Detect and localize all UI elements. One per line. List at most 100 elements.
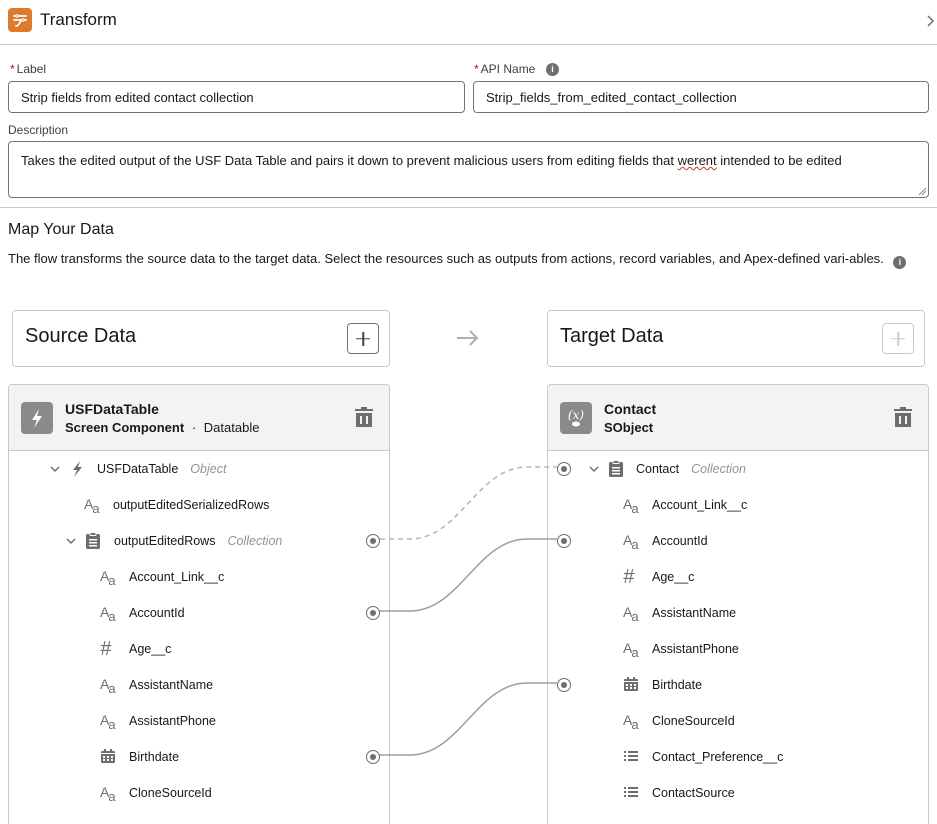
add-source-button[interactable] <box>347 323 379 354</box>
api-name-field-label: * API Name <box>474 62 535 76</box>
info-icon[interactable]: i <box>546 63 559 76</box>
field-label: outputEditedSerializedRows <box>113 498 270 512</box>
target-data-box: Target Data <box>547 310 925 367</box>
tree-row[interactable]: Birthdate <box>9 739 389 775</box>
description-text: Takes the edited output of the USF Data … <box>21 153 678 168</box>
field-label: Account_Link__c <box>129 570 225 584</box>
trash-icon <box>894 407 912 427</box>
delete-source-button[interactable] <box>353 405 375 429</box>
source-type: Screen Component <box>65 420 185 435</box>
mapping-line[interactable] <box>380 466 557 540</box>
field-type: Collection <box>691 462 746 476</box>
info-icon[interactable]: i <box>893 256 907 269</box>
transform-icon <box>8 8 32 32</box>
connector-handle[interactable] <box>366 750 380 764</box>
field-label: AssistantName <box>652 606 737 620</box>
api-name-text: API Name <box>480 62 536 76</box>
svg-text:(x): (x) <box>568 408 584 422</box>
picklist-icon <box>623 784 641 802</box>
panel-header: Transform <box>0 0 937 45</box>
required-mark: * <box>10 62 15 76</box>
map-your-data-description: The flow transforms the source data to t… <box>8 249 913 269</box>
connector-handle[interactable] <box>557 678 571 692</box>
target-panel-header: (x) Contact SObject <box>548 385 928 451</box>
description-textarea[interactable]: Takes the edited output of the USF Data … <box>8 141 929 198</box>
source-panel: USFDataTable Screen Component · Datatabl… <box>8 384 390 824</box>
tree-row[interactable]: Aa AssistantPhone <box>9 703 389 739</box>
field-label: Contact Collection <box>636 462 746 476</box>
resize-grip-icon[interactable] <box>918 187 926 195</box>
field-label: Birthdate <box>129 750 180 764</box>
chevron-down-icon[interactable] <box>49 463 61 475</box>
chevron-down-icon[interactable] <box>65 535 77 547</box>
tree-row[interactable]: ContactSource <box>548 775 928 811</box>
tree-row[interactable]: Aa AssistantName <box>9 667 389 703</box>
field-label: CloneSourceId <box>652 714 735 728</box>
tree-row[interactable]: Aa AssistantName <box>548 595 928 631</box>
source-subtitle: Screen Component · Datatable <box>65 420 259 435</box>
chevron-right-icon[interactable] <box>925 12 937 30</box>
field-label: AssistantPhone <box>652 642 739 656</box>
field-label: AssistantPhone <box>129 714 216 728</box>
field-label: USFDataTable Object <box>97 462 227 476</box>
picklist-icon <box>623 748 641 766</box>
mapping-line[interactable] <box>380 682 557 756</box>
label-input[interactable] <box>8 81 465 113</box>
tree-row[interactable]: Aa Account_Link__c <box>9 559 389 595</box>
tree-row[interactable]: Aa AssistantPhone <box>548 631 928 667</box>
text-icon: Aa <box>623 712 639 732</box>
tree-row[interactable]: Contact_Preference__c <box>548 739 928 775</box>
tree-row[interactable]: Aa CloneSourceId <box>548 703 928 739</box>
misspelled-word[interactable]: werent <box>678 153 717 168</box>
source-panel-header: USFDataTable Screen Component · Datatabl… <box>9 385 389 451</box>
field-label: Contact_Preference__c <box>652 750 784 764</box>
target-panel: (x) Contact SObject Contact Collection Aa A… <box>547 384 929 824</box>
tree-row[interactable]: Aa CloneSourceId <box>9 775 389 811</box>
connector-handle[interactable] <box>557 534 571 548</box>
mapping-line[interactable] <box>380 538 557 612</box>
separator: · <box>191 420 197 435</box>
field-type: Collection <box>227 534 283 548</box>
tree-row[interactable]: Aa AccountId <box>9 595 389 631</box>
tree-row[interactable]: # Age__c <box>9 631 389 667</box>
tree-row[interactable]: Aa outputEditedSerializedRows <box>9 487 389 523</box>
connector-handle[interactable] <box>366 534 380 548</box>
api-name-input[interactable] <box>473 81 929 113</box>
field-label: CloneSourceId <box>129 786 212 800</box>
field-label: ContactSource <box>652 786 735 800</box>
clipboard-icon <box>608 460 626 478</box>
tree-row[interactable]: Aa AccountId <box>548 523 928 559</box>
text-icon: Aa <box>100 784 116 804</box>
tree-row[interactable]: # Age__c <box>548 559 928 595</box>
field-label: AccountId <box>129 606 185 620</box>
tree-row[interactable]: Aa Account_Link__c <box>548 487 928 523</box>
description-label: Description <box>8 123 69 137</box>
delete-target-button[interactable] <box>892 405 914 429</box>
tree-row[interactable]: outputEditedRows Collection <box>9 523 389 559</box>
arrow-right-icon <box>457 330 479 346</box>
text-icon: Aa <box>100 676 116 696</box>
text-icon: Aa <box>100 712 116 732</box>
number-icon: # <box>100 638 112 660</box>
label-text: Label <box>16 62 47 76</box>
add-target-button[interactable] <box>882 323 914 354</box>
source-name: USFDataTable <box>65 401 159 417</box>
tree-row[interactable]: USFDataTable Object <box>9 451 389 487</box>
connector-handle[interactable] <box>366 606 380 620</box>
map-your-data-title: Map Your Data <box>8 221 114 238</box>
source-data-title: Source Data <box>25 325 137 347</box>
tree-row[interactable]: Birthdate <box>548 667 928 703</box>
field-label: Account_Link__c <box>652 498 748 512</box>
required-mark: * <box>474 62 479 76</box>
connector-handle[interactable] <box>557 462 571 476</box>
text-icon: Aa <box>623 604 639 624</box>
text-icon: Aa <box>623 640 639 660</box>
tree-row[interactable]: Contact Collection <box>548 451 928 487</box>
field-label: AccountId <box>652 534 708 548</box>
number-icon: # <box>623 566 635 588</box>
field-label: outputEditedRows Collection <box>114 534 283 548</box>
clipboard-icon <box>85 532 103 550</box>
text-icon: Aa <box>100 604 116 624</box>
target-name: Contact <box>604 401 657 417</box>
chevron-down-icon[interactable] <box>588 463 600 475</box>
